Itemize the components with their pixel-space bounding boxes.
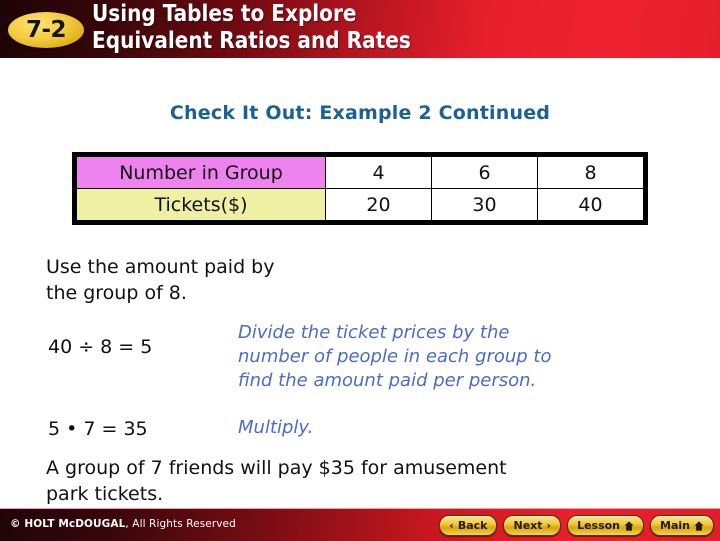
home-icon <box>624 520 634 531</box>
slide-footer: © HOLT McDOUGAL, All Rights Reserved ‹ B… <box>0 508 720 541</box>
next-button-label: Next <box>513 519 543 532</box>
row-label-tickets: Tickets($) <box>76 188 326 221</box>
conclusion-text: A group of 7 friends will pay $35 for am… <box>46 457 507 505</box>
footer-navigation: ‹ Back Next › Lesson Main <box>439 515 714 536</box>
slide-header: 7-2 Using Tables to Explore Equivalent R… <box>0 0 720 58</box>
copyright-brand: © HOLT McDOUGAL <box>10 518 126 530</box>
next-button[interactable]: Next › <box>503 515 562 536</box>
section-title: Check It Out: Example 2 Continued <box>169 102 551 124</box>
back-button[interactable]: ‹ Back <box>439 515 498 536</box>
chevron-left-icon: ‹ <box>449 519 454 532</box>
table-cell: 20 <box>325 188 432 221</box>
lesson-button-label: Lesson <box>577 519 621 532</box>
table-row: Number in Group 4 6 8 <box>76 156 644 189</box>
ratio-table: Number in Group 4 6 8 Tickets($) 20 30 4… <box>76 156 644 221</box>
instruction-text: Use the amount paid by the group of 8. <box>46 256 275 304</box>
table-cell: 8 <box>537 156 644 189</box>
back-button-label: Back <box>457 519 488 532</box>
table-cell: 40 <box>537 188 644 221</box>
step-2-note: Multiply. <box>238 417 314 438</box>
row-label-number-in-group: Number in Group <box>76 156 326 189</box>
page-title: Using Tables to Explore Equivalent Ratio… <box>92 1 411 54</box>
table-cell: 6 <box>431 156 538 189</box>
table-cell: 30 <box>431 188 538 221</box>
lesson-number-text: 7-2 <box>25 16 67 43</box>
slide-body: Check It Out: Example 2 Continued Number… <box>0 58 720 508</box>
lesson-button[interactable]: Lesson <box>567 515 645 536</box>
copyright-rights: , All Rights Reserved <box>125 518 236 530</box>
ratio-table-container: Number in Group 4 6 8 Tickets($) 20 30 4… <box>72 152 648 225</box>
copyright-notice: © HOLT McDOUGAL, All Rights Reserved <box>10 518 236 530</box>
table-row: Tickets($) 20 30 40 <box>76 188 644 221</box>
lesson-number-badge: 7-2 <box>8 12 84 48</box>
main-button-label: Main <box>660 519 690 532</box>
step-2-equation: 5 • 7 = 35 <box>48 418 148 440</box>
table-cell: 4 <box>325 156 432 189</box>
step-1-note: Divide the ticket prices by the number o… <box>238 322 552 391</box>
home-icon <box>694 520 704 531</box>
main-button[interactable]: Main <box>650 515 714 536</box>
chevron-right-icon: › <box>546 519 552 532</box>
step-1-equation: 40 ÷ 8 = 5 <box>48 336 153 358</box>
